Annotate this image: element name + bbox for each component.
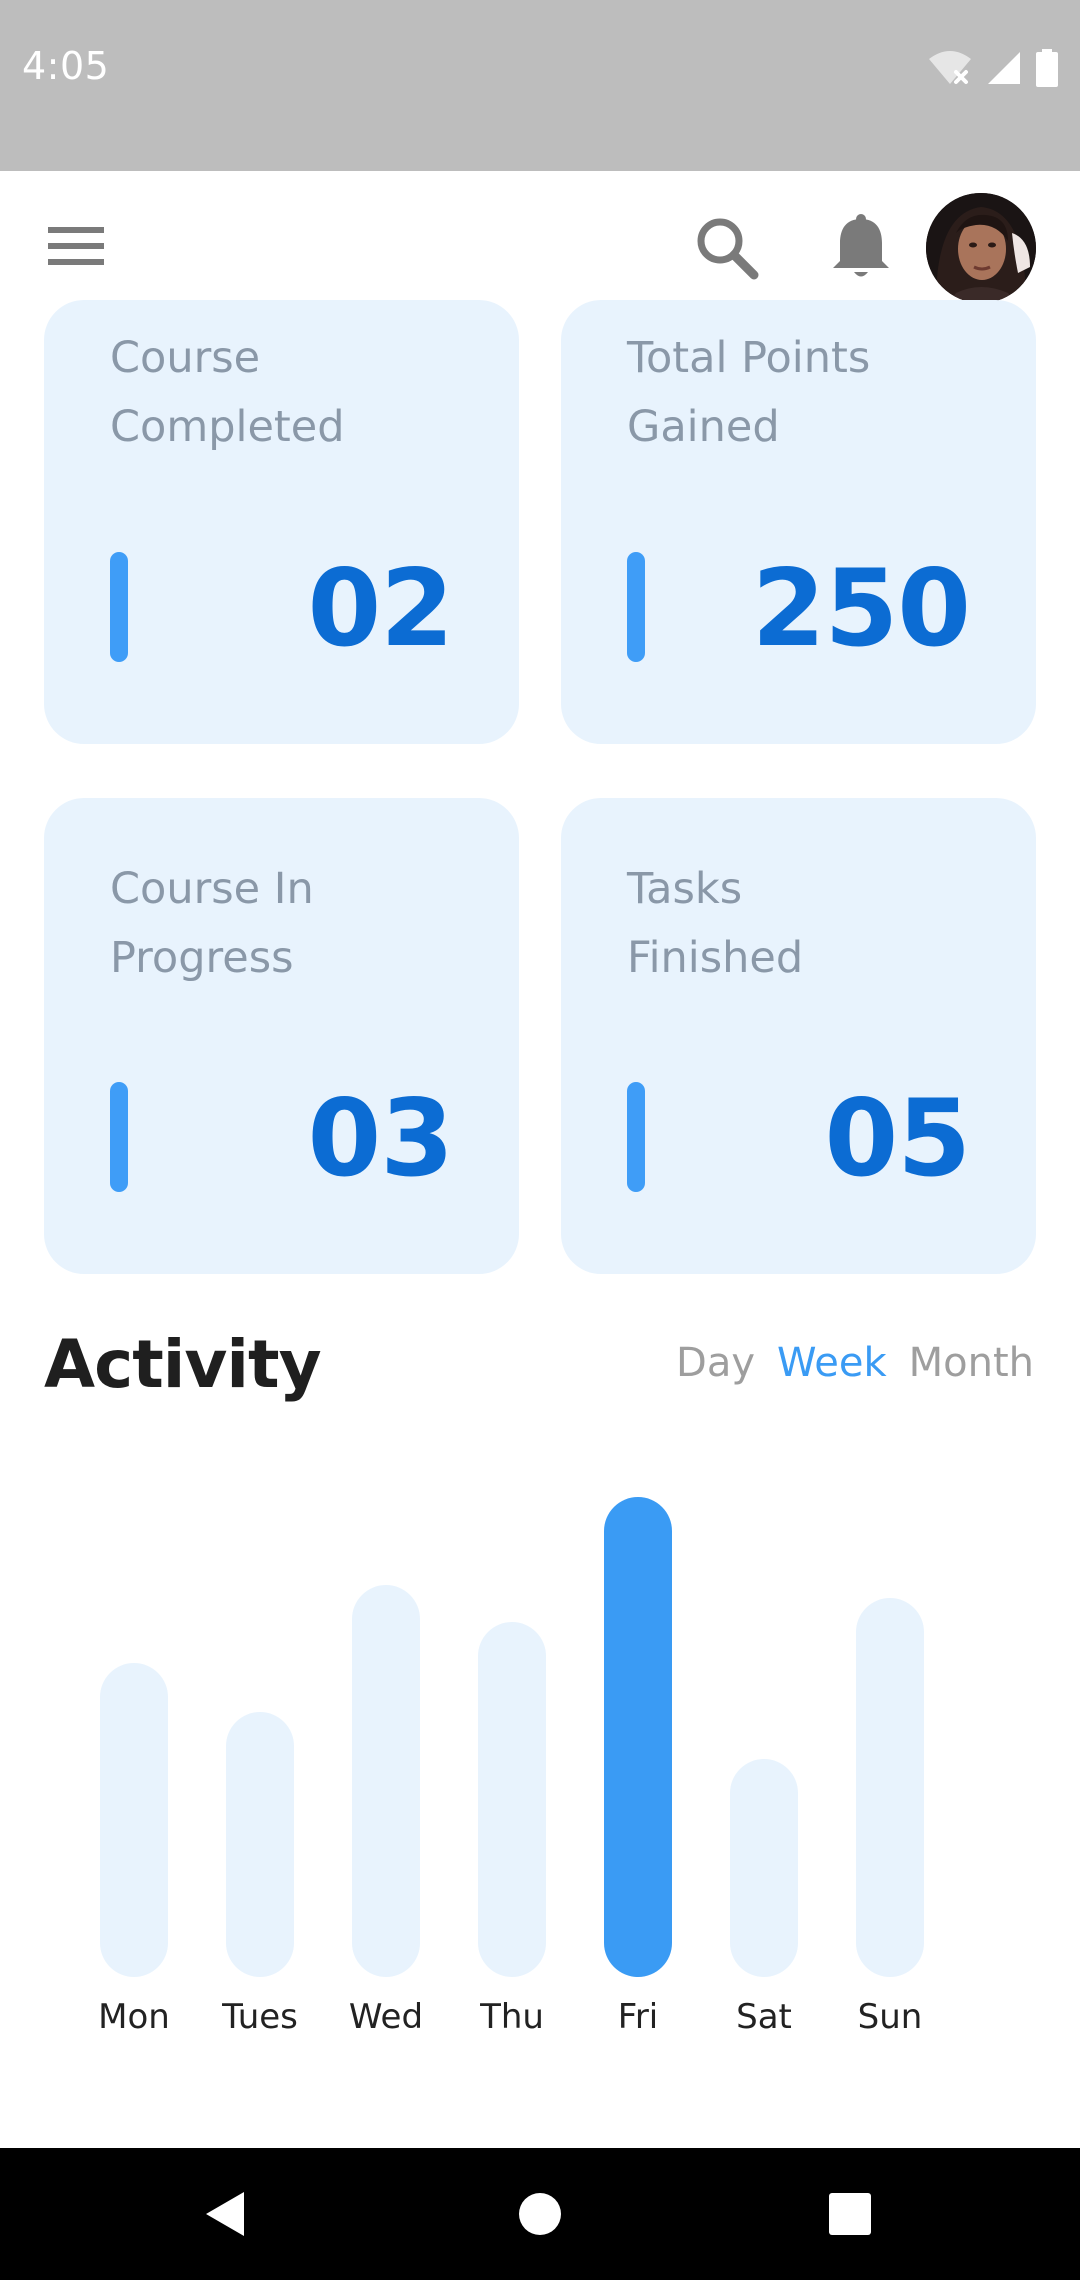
status-bar: 4:05 — [0, 0, 1080, 171]
activity-chart: Mon Tues Wed Thu Fri Sat Sun — [0, 1450, 1080, 2050]
avatar[interactable] — [926, 193, 1036, 303]
stat-card-course-in-progress[interactable]: Course In Progress 03 — [44, 798, 519, 1274]
stat-card-indicator — [110, 1082, 128, 1192]
home-button[interactable] — [510, 2184, 570, 2244]
activity-bar-label: Sun — [857, 1997, 923, 2037]
activity-bar-label: Thu — [480, 1997, 544, 2037]
menu-button[interactable] — [44, 221, 108, 271]
period-tabs: Day Week Month — [676, 1340, 1034, 1386]
activity-bar-thu[interactable] — [478, 1622, 546, 1977]
stat-card-total-points[interactable]: Total Points Gained 250 — [561, 300, 1036, 744]
stat-card-value: 05 — [824, 1077, 971, 1200]
stat-card-title: Tasks Finished — [627, 864, 804, 983]
activity-bar-fri[interactable] — [604, 1497, 672, 1977]
activity-bar-mon[interactable] — [100, 1663, 168, 1977]
recents-button[interactable] — [820, 2184, 880, 2244]
stat-card-title: Course Completed — [110, 333, 345, 452]
stat-card-indicator — [110, 552, 128, 662]
home-icon — [519, 2193, 561, 2235]
stat-card-course-completed[interactable]: Course Completed 02 — [44, 300, 519, 744]
back-icon — [206, 2192, 244, 2236]
screen: 4:05 Course Completed 02 Total Points Ga… — [0, 0, 1080, 2280]
wifi-off-icon — [929, 51, 971, 84]
recents-icon — [829, 2193, 871, 2235]
activity-bar-label: Tues — [222, 1997, 298, 2037]
activity-bar-wed[interactable] — [352, 1585, 420, 1977]
stat-card-value: 03 — [307, 1077, 454, 1200]
stat-card-title: Total Points Gained — [627, 333, 871, 452]
bell-icon — [833, 214, 889, 277]
status-icons — [928, 48, 1058, 88]
activity-bar-label: Fri — [617, 1997, 659, 2037]
navigation-bar — [0, 2148, 1080, 2280]
activity-title: Activity — [44, 1326, 322, 1403]
tab-month[interactable]: Month — [909, 1340, 1034, 1386]
search-icon — [697, 218, 759, 280]
stat-card-title: Course In Progress — [110, 864, 314, 983]
notification-button[interactable] — [826, 211, 896, 281]
tab-week[interactable]: Week — [777, 1340, 887, 1386]
status-time: 4:05 — [22, 44, 110, 88]
activity-bar-sat[interactable] — [730, 1759, 798, 1977]
stat-card-indicator — [627, 1082, 645, 1192]
stat-card-value: 02 — [307, 547, 454, 670]
back-button[interactable] — [196, 2184, 256, 2244]
activity-bar-label: Sat — [736, 1997, 792, 2037]
activity-bar-tues[interactable] — [226, 1712, 294, 1977]
activity-bar-sun[interactable] — [856, 1598, 924, 1977]
search-button[interactable] — [692, 213, 762, 283]
menu-icon — [48, 227, 104, 265]
signal-icon — [988, 52, 1020, 84]
activity-bar-label: Mon — [98, 1997, 170, 2037]
activity-bar-label: Wed — [348, 1997, 424, 2037]
stat-card-value: 250 — [751, 547, 971, 670]
battery-icon — [1036, 49, 1058, 87]
tab-day[interactable]: Day — [676, 1340, 755, 1386]
avatar-image — [926, 193, 1036, 303]
stat-card-tasks-finished[interactable]: Tasks Finished 05 — [561, 798, 1036, 1274]
stat-card-indicator — [627, 552, 645, 662]
